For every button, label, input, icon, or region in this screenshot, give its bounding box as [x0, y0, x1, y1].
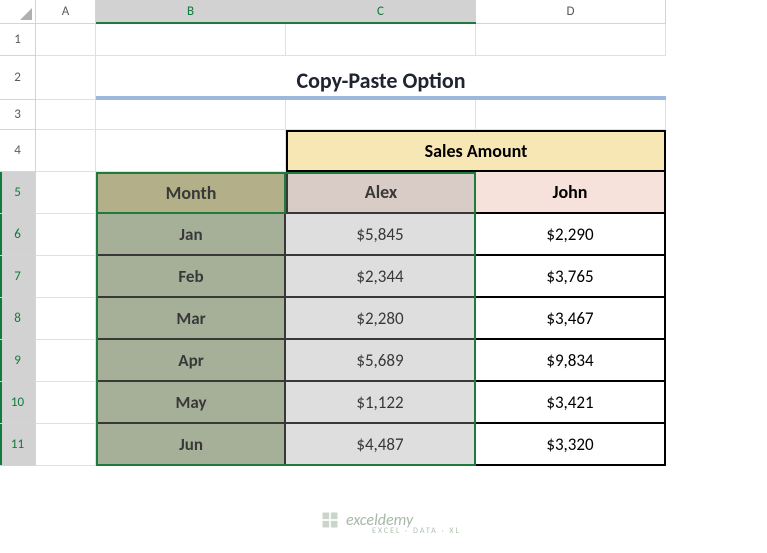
cell-a2[interactable]: [36, 56, 96, 100]
alex-jun[interactable]: $4,487: [286, 424, 476, 466]
logo-icon: [320, 510, 340, 530]
john-apr[interactable]: $9,834: [476, 340, 666, 382]
cell-a1[interactable]: [36, 24, 96, 56]
row-header-2[interactable]: 2: [0, 56, 36, 100]
row-header-3[interactable]: 3: [0, 100, 36, 130]
month-jun[interactable]: Jun: [96, 424, 286, 466]
row-header-11[interactable]: 11: [0, 424, 36, 466]
cell-a5[interactable]: [36, 172, 96, 214]
month-feb[interactable]: Feb: [96, 256, 286, 298]
alex-may[interactable]: $1,122: [286, 382, 476, 424]
month-apr[interactable]: Apr: [96, 340, 286, 382]
cell-b4[interactable]: [96, 130, 286, 172]
cell-b1[interactable]: [96, 24, 286, 56]
alex-jan[interactable]: $5,845: [286, 214, 476, 256]
row-header-5[interactable]: 5: [0, 172, 36, 214]
cell-d3[interactable]: [476, 100, 666, 130]
alex-mar[interactable]: $2,280: [286, 298, 476, 340]
select-all-corner[interactable]: [0, 0, 36, 24]
cell-c3[interactable]: [286, 100, 476, 130]
month-mar[interactable]: Mar: [96, 298, 286, 340]
month-may[interactable]: May: [96, 382, 286, 424]
cell-a7[interactable]: [36, 256, 96, 298]
john-header[interactable]: John: [476, 172, 666, 214]
selected-columns-indicator: [96, 22, 476, 24]
alex-header[interactable]: Alex: [286, 172, 476, 214]
cell-a9[interactable]: [36, 340, 96, 382]
john-feb[interactable]: $3,765: [476, 256, 666, 298]
row-header-9[interactable]: 9: [0, 340, 36, 382]
spreadsheet-grid: A B C D 1 2 Copy-Paste Option 3 4 Sales …: [0, 0, 767, 466]
john-may[interactable]: $3,421: [476, 382, 666, 424]
cell-a10[interactable]: [36, 382, 96, 424]
watermark-sub: EXCEL · DATA · XL: [372, 526, 461, 536]
sales-amount-header[interactable]: Sales Amount: [286, 130, 666, 172]
col-header-b[interactable]: B: [96, 0, 286, 24]
john-mar[interactable]: $3,467: [476, 298, 666, 340]
cell-b3[interactable]: [96, 100, 286, 130]
row-header-10[interactable]: 10: [0, 382, 36, 424]
row-header-6[interactable]: 6: [0, 214, 36, 256]
john-jun[interactable]: $3,320: [476, 424, 666, 466]
cell-a8[interactable]: [36, 298, 96, 340]
col-header-a[interactable]: A: [36, 0, 96, 24]
col-header-c[interactable]: C: [286, 0, 476, 24]
cell-d1[interactable]: [476, 24, 666, 56]
col-header-d[interactable]: D: [476, 0, 666, 24]
cell-a11[interactable]: [36, 424, 96, 466]
page-title[interactable]: Copy-Paste Option: [96, 56, 666, 100]
alex-feb[interactable]: $2,344: [286, 256, 476, 298]
row-header-7[interactable]: 7: [0, 256, 36, 298]
month-jan[interactable]: Jan: [96, 214, 286, 256]
alex-apr[interactable]: $5,689: [286, 340, 476, 382]
row-header-4[interactable]: 4: [0, 130, 36, 172]
cell-a3[interactable]: [36, 100, 96, 130]
row-header-8[interactable]: 8: [0, 298, 36, 340]
john-jan[interactable]: $2,290: [476, 214, 666, 256]
cell-a6[interactable]: [36, 214, 96, 256]
row-header-1[interactable]: 1: [0, 24, 36, 56]
cell-a4[interactable]: [36, 130, 96, 172]
month-header[interactable]: Month: [96, 172, 286, 214]
cell-c1[interactable]: [286, 24, 476, 56]
